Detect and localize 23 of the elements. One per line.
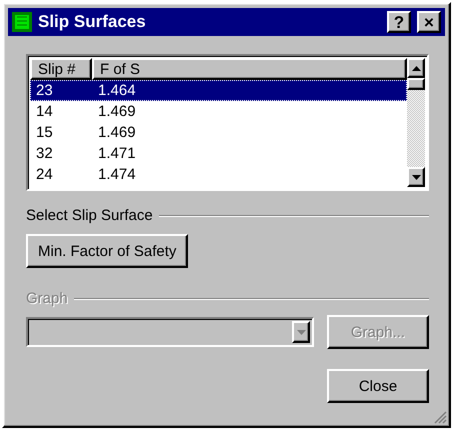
min-factor-button[interactable]: Min. Factor of Safety bbox=[26, 234, 188, 268]
up-arrow-icon bbox=[412, 66, 420, 70]
group-label: Select Slip Surface bbox=[26, 207, 153, 224]
scroll-up-button[interactable] bbox=[407, 58, 425, 78]
column-header[interactable]: F of S bbox=[92, 58, 407, 80]
column-header[interactable]: Slip # bbox=[30, 58, 92, 80]
list-row[interactable]: 23 1.464 bbox=[30, 80, 407, 101]
window-title: Slip Surfaces bbox=[38, 12, 147, 32]
list-row[interactable]: 24 1.474 bbox=[30, 164, 407, 185]
resize-grip-icon[interactable] bbox=[434, 411, 447, 424]
close-button[interactable]: Close bbox=[327, 369, 429, 403]
close-button[interactable]: × bbox=[417, 11, 441, 33]
list-row[interactable]: 32 1.471 bbox=[30, 143, 407, 164]
app-icon bbox=[12, 12, 32, 32]
down-arrow-icon bbox=[412, 174, 420, 180]
list-row[interactable]: 15 1.469 bbox=[30, 122, 407, 143]
help-button[interactable]: ? bbox=[387, 11, 411, 33]
scroll-thumb[interactable] bbox=[407, 78, 425, 90]
group-label: Graph bbox=[26, 290, 68, 307]
scrollbar[interactable] bbox=[407, 58, 425, 187]
list-row[interactable]: 14 1.469 bbox=[30, 101, 407, 122]
down-arrow-icon bbox=[296, 330, 306, 334]
scroll-down-button[interactable] bbox=[407, 167, 425, 187]
